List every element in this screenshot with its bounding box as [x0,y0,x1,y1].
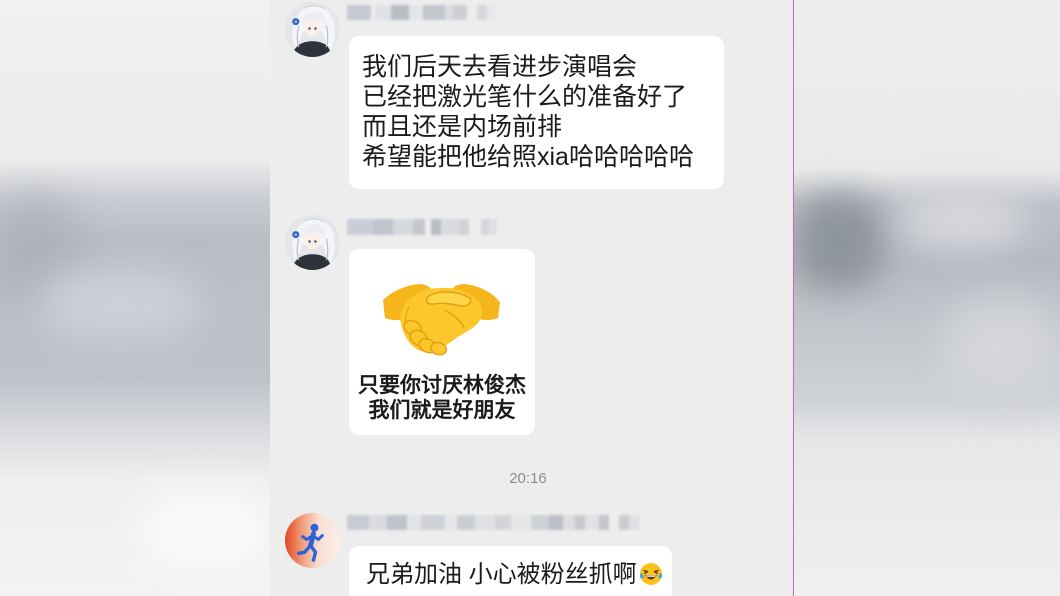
sticker-bubble[interactable]: 只要你讨厌林俊杰 我们就是好朋友 [349,249,535,435]
message-line: 我们后天去看进步演唱会 [362,53,638,81]
message-bubble[interactable]: 我们后天去看进步演唱会 已经把激光笔什么的准备好了 而且还是内场前排 希望能把他… [349,36,724,189]
blur-blob [794,195,884,290]
sender-avatar[interactable] [285,513,340,568]
message-line: 希望能把他给照xia哈哈哈哈哈 [362,143,694,171]
handshake-icon [383,284,500,356]
video-frame: 我们后天去看进步演唱会 已经把激光笔什么的准备好了 而且还是内场前排 希望能把他… [0,0,1060,596]
face-with-tears-of-joy-icon [639,563,662,585]
message-text: 兄弟加油 小心被粉丝抓啊 [366,561,637,588]
sender-avatar[interactable] [285,2,340,57]
chat-screenshot: 我们后天去看进步演唱会 已经把激光笔什么的准备好了 而且还是内场前排 希望能把他… [270,0,793,596]
message-bubble[interactable]: 兄弟加油 小心被粉丝抓啊 [349,546,672,596]
anime-girl-avatar-icon [285,215,340,270]
sticker-caption: 只要你讨厌林俊杰 我们就是好朋友 [349,373,535,423]
runner-avatar-icon [285,513,340,568]
message-line: 而且还是内场前排 [362,113,563,141]
blur-blob [40,270,200,340]
caption-line: 我们就是好朋友 [368,399,516,422]
redacted-sender-name [347,219,502,235]
redacted-sender-name [347,5,500,20]
blur-blob [140,490,270,570]
blur-blob [904,195,1024,245]
redacted-sender-name [347,515,640,530]
blurred-background-right [794,0,1060,596]
chat-timestamp: 20:16 [509,470,547,487]
blur-blob [944,300,1060,400]
caption-line: 只要你讨厌林俊杰 [358,374,526,397]
blurred-background-left [0,0,270,596]
message-line: 已经把激光笔什么的准备好了 [362,83,688,111]
sender-avatar[interactable] [285,215,340,270]
anime-girl-avatar-icon [285,2,340,57]
